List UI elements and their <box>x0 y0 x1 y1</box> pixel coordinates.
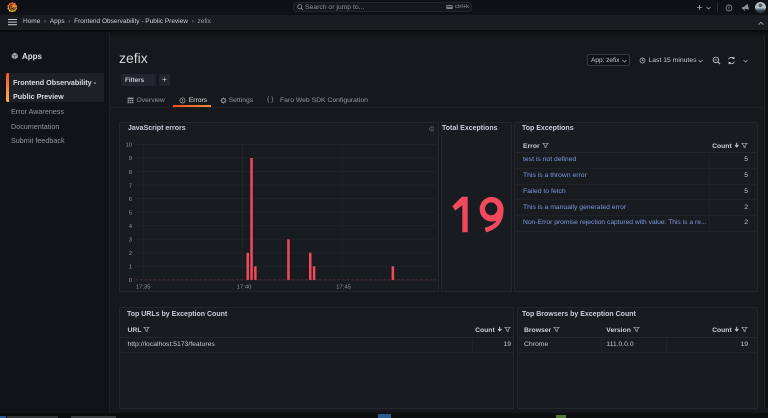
svg-text:5: 5 <box>129 210 133 216</box>
svg-text:17:40: 17:40 <box>237 284 252 290</box>
svg-text:8: 8 <box>129 169 133 175</box>
svg-text:17:45: 17:45 <box>336 284 351 290</box>
svg-text:10: 10 <box>125 142 132 148</box>
svg-text:4: 4 <box>129 223 133 229</box>
svg-text:3: 3 <box>129 237 133 243</box>
svg-text:17:35: 17:35 <box>136 284 151 290</box>
svg-text:6: 6 <box>129 196 133 202</box>
svg-text:1: 1 <box>129 264 132 270</box>
svg-text:7: 7 <box>129 183 132 189</box>
svg-text:2: 2 <box>129 251 132 257</box>
svg-text:9: 9 <box>129 156 132 162</box>
svg-text:0: 0 <box>129 278 133 284</box>
